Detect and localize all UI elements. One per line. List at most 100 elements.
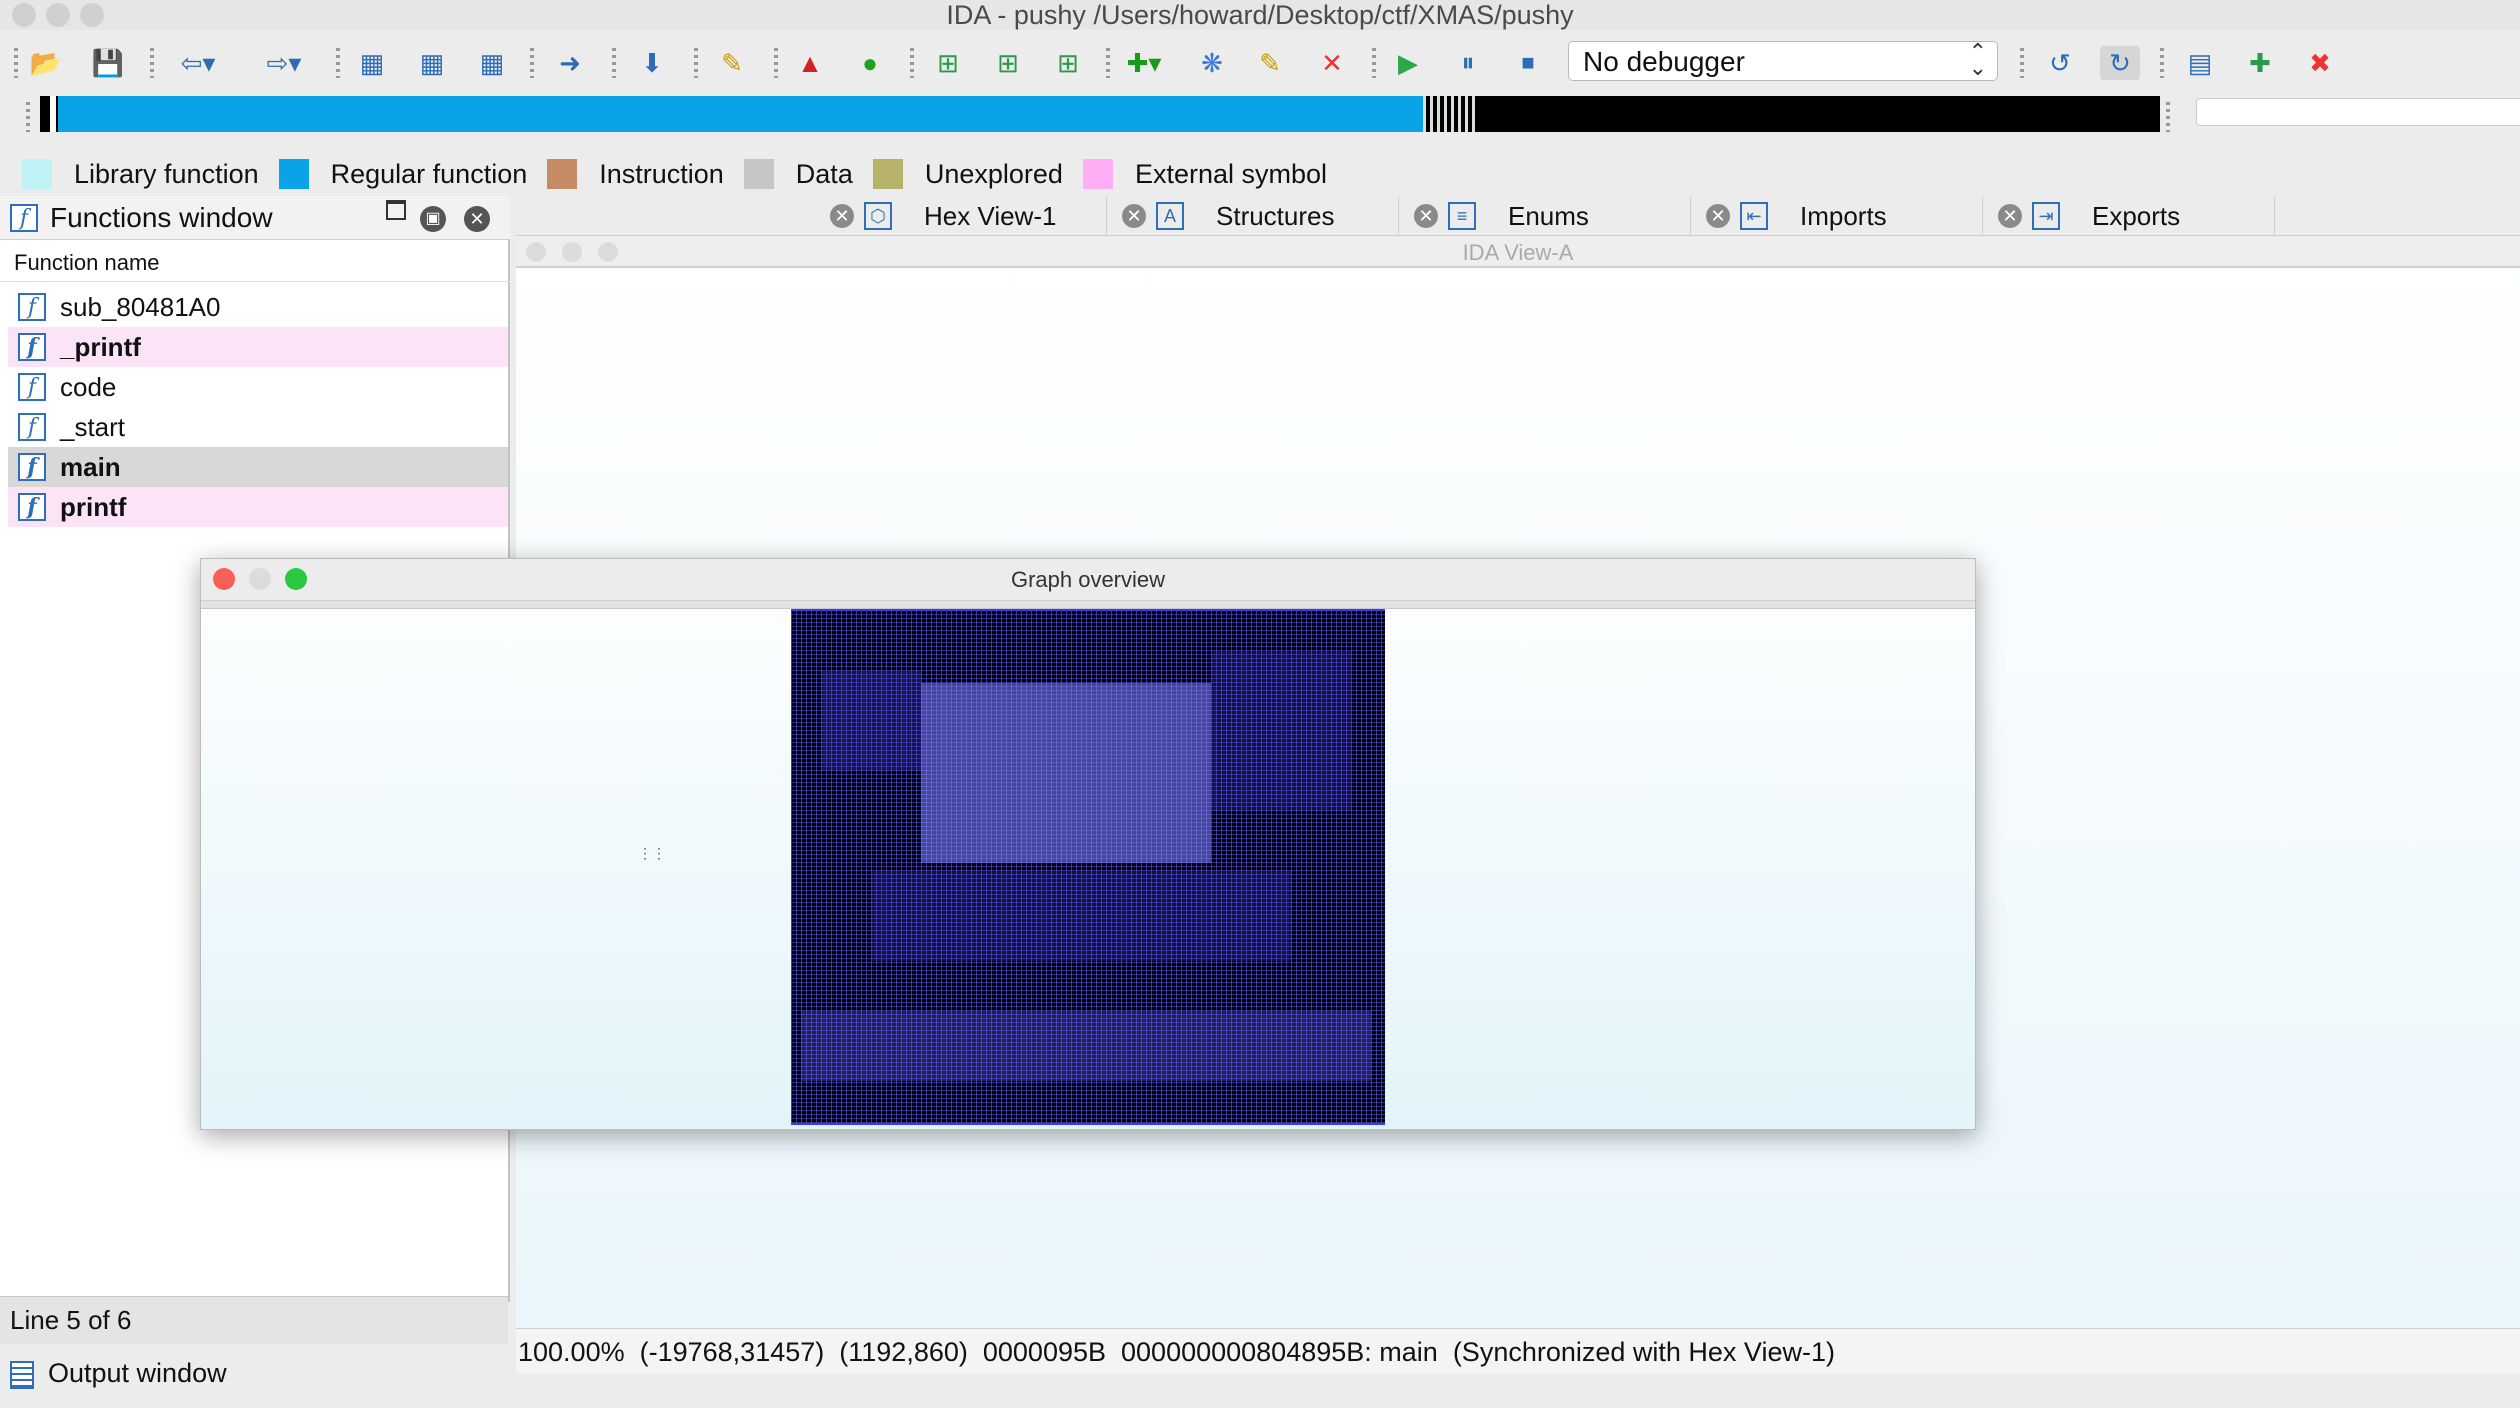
tab-exports[interactable]: ✕ ⇥ Exports [1984, 196, 2275, 236]
forward-icon[interactable]: ⇨▾ [264, 46, 304, 80]
legend-swatch [547, 159, 578, 189]
toolbar-separator [336, 48, 340, 78]
function-icon: f [18, 413, 46, 441]
back-icon[interactable]: ⇦▾ [178, 46, 218, 80]
regular-function-region [58, 96, 1423, 132]
function-name: _start [60, 411, 126, 442]
edit-icon[interactable]: ✎ [1250, 46, 1290, 80]
run-icon[interactable]: ▶ [1388, 46, 1428, 80]
function-row[interactable]: f _start [8, 407, 508, 447]
legend-label: Library function [74, 158, 259, 189]
tab-structures[interactable]: ✕ A Structures [1108, 196, 1399, 236]
output-window-header[interactable]: Output window [0, 1350, 510, 1396]
attach-icon[interactable]: ↺ [2040, 46, 2080, 80]
close-tab-icon[interactable]: ✕ [1998, 204, 2022, 228]
legend-swatch [22, 159, 52, 189]
tab-label: Exports [2092, 200, 2181, 231]
navigation-band[interactable] [40, 96, 2160, 132]
tab-hex-view[interactable]: ✕ ⬡ Hex View-1 [816, 196, 1107, 236]
binary-search-icon[interactable]: ▦ [412, 46, 452, 80]
file-offset: 0000095B [982, 1337, 1106, 1367]
tab-enums[interactable]: ✕ ≡ Enums [1400, 196, 1691, 236]
function-icon: f [18, 373, 46, 401]
function-row[interactable]: f code [8, 367, 508, 407]
close-tab-icon[interactable]: ✕ [830, 204, 854, 228]
cursor-coords: (-19768,31457) [639, 1337, 825, 1367]
toolbar-separator [530, 48, 534, 78]
function-row[interactable]: f sub_80481A0 [8, 287, 508, 327]
stop-icon[interactable]: ⏹ [1508, 46, 1548, 80]
function-name: code [60, 371, 117, 402]
legend-swatch [743, 159, 774, 189]
pause-icon[interactable]: ⏸ [1448, 46, 1488, 80]
float-panel-icon[interactable]: ▣ [420, 206, 446, 232]
current-address: 000000000804895B: main [1121, 1337, 1438, 1367]
close-tab-icon[interactable]: ✕ [1414, 204, 1438, 228]
graph-overview-window[interactable]: Graph overview ⋮⋮ [200, 558, 1976, 1130]
hide-icon[interactable]: ✎ [712, 46, 752, 80]
ida-view-title: IDA View-A [1462, 240, 1574, 265]
open-icon[interactable]: 📂 [26, 46, 66, 80]
tab-imports[interactable]: ✕ ⇤ Imports [1692, 196, 1983, 236]
debugger-select-value: No debugger [1583, 46, 1745, 77]
close-panel-icon[interactable]: ✕ [464, 206, 490, 232]
debugger-select[interactable]: No debugger ⌃ ⌄ [1568, 41, 1998, 81]
add-struct-icon[interactable]: ⊞ [988, 46, 1028, 80]
function-row-selected[interactable]: f main [8, 447, 508, 487]
toolbar-separator [694, 48, 698, 78]
window-title: IDA - pushy /Users/howard/Desktop/ctf/XM… [946, 0, 1574, 30]
close-tab-icon[interactable]: ✕ [1706, 204, 1730, 228]
legend-item: Unexplored [872, 159, 1063, 190]
toolbar-separator [910, 48, 914, 78]
maximize-panel-icon[interactable] [386, 200, 406, 220]
hex-view-icon: ⬡ [864, 202, 892, 230]
graph-overview-header[interactable]: Graph overview [201, 559, 1975, 601]
help-icon[interactable]: ▤ [2180, 46, 2220, 80]
structures-icon: A [1156, 202, 1184, 230]
plugin-remove-icon[interactable]: ✖ [2300, 46, 2340, 80]
breakpoint-icon[interactable]: ❋ [1192, 46, 1232, 80]
data-region [1423, 96, 1475, 132]
add-segment-icon[interactable]: ⊞ [928, 46, 968, 80]
add-enum-icon[interactable]: ⊞ [1048, 46, 1088, 80]
graph-node-cluster [801, 1011, 1371, 1081]
function-icon: f [18, 453, 46, 481]
legend-label: Instruction [599, 158, 724, 189]
enums-icon: ≡ [1448, 202, 1476, 230]
plugin-add-icon[interactable]: ✚ [2240, 46, 2280, 80]
graph-node-cluster [1211, 651, 1351, 811]
green-circle-icon[interactable]: ● [850, 46, 890, 80]
toolbar-separator [612, 48, 616, 78]
delete-icon[interactable]: ✕ [1312, 46, 1352, 80]
tab-bar: ✕ ⬡ Hex View-1 ✕ A Structures ✕ ≡ Enums ✕ ⇤ Impo… [516, 196, 2520, 236]
legend-item: Data [743, 159, 853, 190]
function-name: sub_80481A0 [60, 291, 221, 322]
jump-icon[interactable]: ➜ [550, 46, 590, 80]
function-name: printf [60, 491, 127, 522]
legend-label: External symbol [1134, 158, 1328, 189]
function-name: main [60, 451, 121, 482]
column-header-function-name[interactable]: Function name [0, 242, 510, 282]
toolbar-separator [1106, 48, 1110, 78]
current-position-marker[interactable] [50, 96, 56, 132]
legend: Library function Regular function Instru… [22, 156, 1347, 192]
legend-swatch [1082, 159, 1113, 189]
toolbar-separator [150, 48, 154, 78]
function-row[interactable]: f printf [8, 487, 508, 527]
add-function-icon[interactable]: ✚▾ [1124, 46, 1164, 80]
toolbar-separator [774, 48, 778, 78]
legend-swatch [278, 159, 309, 189]
jump-down-icon[interactable]: ⬇ [632, 46, 672, 80]
function-row[interactable]: f _printf [8, 327, 508, 367]
close-tab-icon[interactable]: ✕ [1122, 204, 1146, 228]
warning-icon[interactable]: ▲ [790, 46, 830, 80]
text-search-icon[interactable]: ▦ [352, 46, 392, 80]
graph-overview-thumbnail[interactable] [791, 609, 1385, 1125]
navband-search-input[interactable] [2196, 98, 2520, 126]
toolbar-separator [2020, 48, 2024, 78]
toolbar-separator [1372, 48, 1376, 78]
detach-icon[interactable]: ↻ [2100, 46, 2140, 80]
legend-item: Instruction [547, 159, 724, 190]
immediate-search-icon[interactable]: ▦ [472, 46, 512, 80]
save-icon[interactable]: 💾 [88, 46, 128, 80]
